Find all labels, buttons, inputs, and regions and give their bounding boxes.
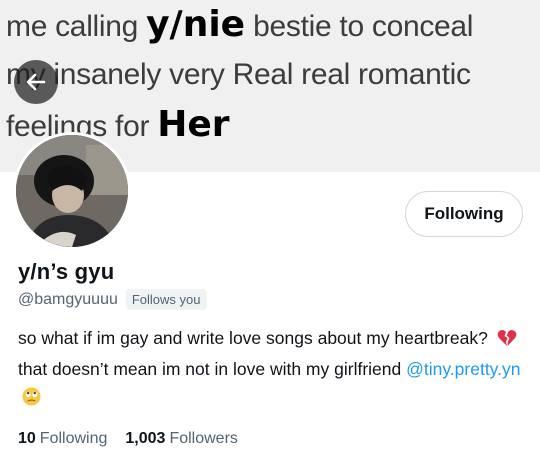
banner-bold-her: Her — [157, 104, 230, 145]
back-button[interactable] — [14, 60, 58, 104]
banner-text-line-1: me calling y/nie bestie to conceal — [6, 4, 474, 45]
followers-stat[interactable]: 1,003 Followers — [125, 430, 238, 448]
avatar[interactable] — [13, 132, 131, 250]
rolling-eyes-icon — [22, 386, 41, 414]
follows-you-badge: Follows you — [125, 289, 207, 310]
following-button[interactable]: Following — [405, 191, 523, 237]
follow-stats: 10 Following 1,003 Followers — [18, 430, 238, 448]
display-name: y/n’s gyu — [18, 259, 115, 284]
banner-bold-name: y/nie — [146, 4, 246, 45]
banner-text-line-3: feelings for Her — [6, 104, 230, 145]
broken-heart-icon — [497, 327, 517, 355]
bio-mention-link[interactable]: @tiny.pretty.yn — [406, 359, 520, 379]
profile-bio: so what if im gay and write love songs a… — [18, 324, 523, 414]
user-handle: @bamgyuuuu — [18, 290, 118, 308]
following-stat[interactable]: 10 Following — [18, 430, 107, 448]
handle-row: @bamgyuuuu Follows you — [18, 289, 207, 310]
arrow-left-icon — [26, 73, 46, 91]
banner-text-line-2: my insanely very Real real romantic — [6, 58, 471, 91]
